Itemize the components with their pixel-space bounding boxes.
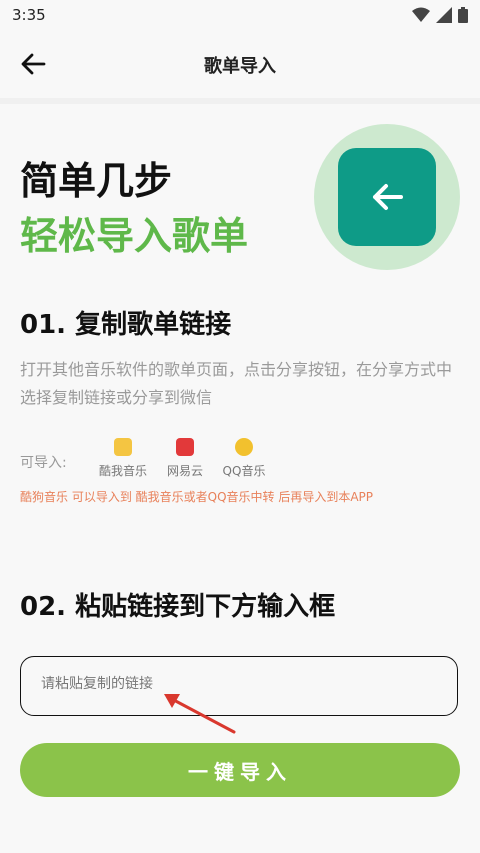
import-arrow-tile <box>338 148 436 246</box>
source-kuwo: 酷我音乐 <box>93 438 153 479</box>
step2-heading: 02. 粘贴链接到下方输入框 <box>20 592 336 622</box>
import-sources-label: 可导入: <box>20 455 67 471</box>
battery-icon <box>458 7 468 23</box>
pointer-arrow-icon <box>164 694 236 734</box>
import-button-label: 一键导入 <box>188 759 292 784</box>
source-name: QQ音乐 <box>222 464 266 478</box>
app-bar: 歌单导入 <box>0 32 480 96</box>
step1-description: 打开其他音乐软件的歌单页面，点击分享按钮，在分享方式中选择复制链接或分享到微信 <box>20 360 453 407</box>
status-time: 3:35 <box>12 6 46 24</box>
status-icons <box>412 7 468 23</box>
hero-title: 简单几步 <box>20 159 173 203</box>
source-name: 酷我音乐 <box>98 464 147 478</box>
hero-subtitle: 轻松导入歌单 <box>20 214 249 258</box>
one-click-import-button[interactable]: 一键导入 <box>20 743 460 797</box>
status-bar: 3:35 <box>0 0 480 32</box>
qqmusic-icon <box>235 438 253 456</box>
wifi-icon <box>412 7 430 22</box>
step1-heading: 01. 复制歌单链接 <box>20 310 232 340</box>
source-name: 网易云 <box>166 464 203 478</box>
source-netease: 网易云 <box>155 438 215 479</box>
arrow-left-icon <box>373 184 403 210</box>
netease-icon <box>176 438 194 456</box>
kugou-note: 酷狗音乐 可以导入到 酷我音乐或者QQ音乐中转 后再导入到本APP <box>20 490 374 504</box>
source-qqmusic: QQ音乐 <box>214 438 274 479</box>
page-title: 歌单导入 <box>204 56 276 77</box>
signal-icon <box>436 7 452 23</box>
header-divider <box>0 98 480 104</box>
kuwo-icon <box>114 438 132 456</box>
